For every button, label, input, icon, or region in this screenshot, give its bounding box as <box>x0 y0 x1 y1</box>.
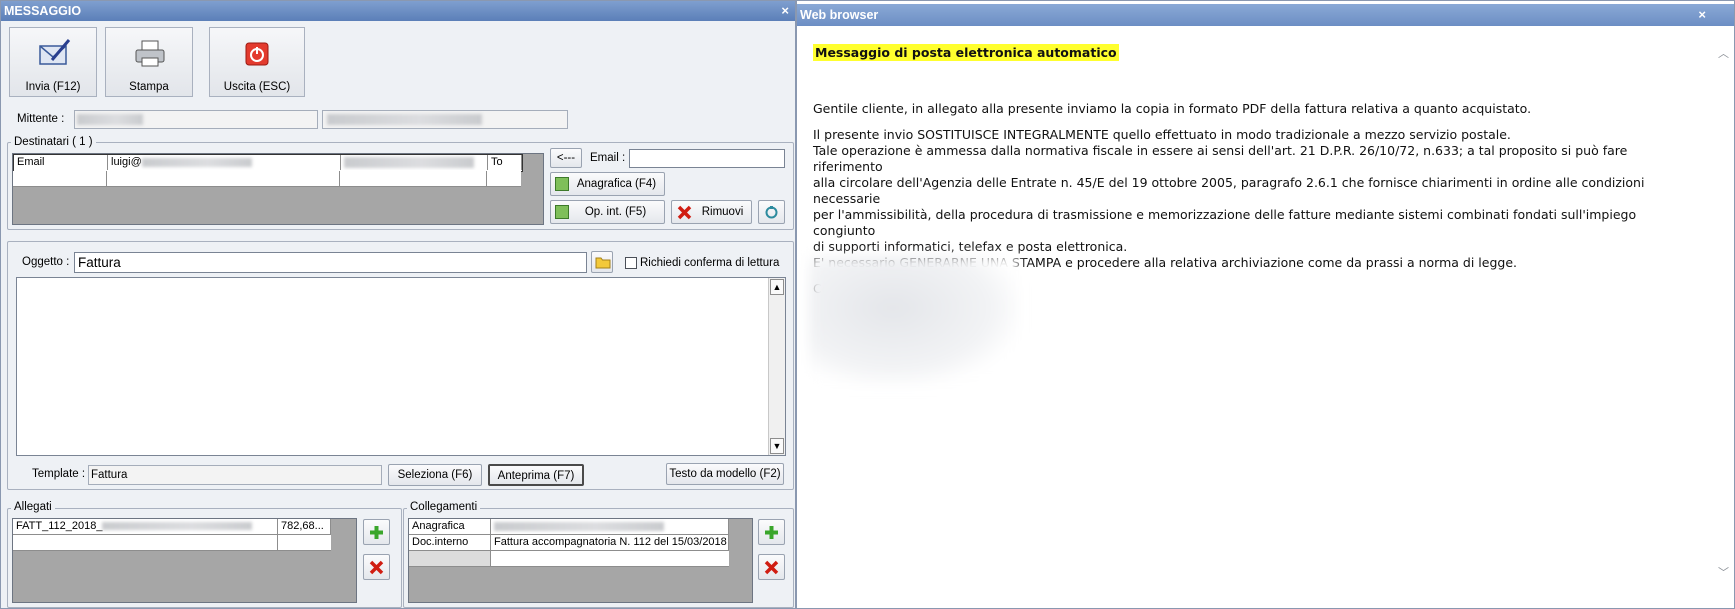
table-row[interactable] <box>409 551 729 567</box>
envelope-pen-icon <box>39 39 71 65</box>
blurred-signature-image <box>809 256 1019 386</box>
delete-x-icon <box>677 205 692 220</box>
link-value: Fattura accompagnatoria N. 112 del 15/03… <box>491 535 729 550</box>
email-input[interactable] <box>629 149 785 168</box>
table-row[interactable]: Email luigi@ To <box>13 154 523 172</box>
redacted-text <box>327 114 482 125</box>
preview-line: Tale operazione è ammessa dalla normativ… <box>813 143 1628 174</box>
body-scrollbar[interactable]: ▲ ▼ <box>768 278 785 455</box>
sender-email-field[interactable] <box>322 110 568 129</box>
recipients-table: Email luigi@ To <box>12 153 544 225</box>
preview-legal-paragraph: Il presente invio SOSTITUISCE INTEGRALME… <box>813 127 1673 271</box>
sender-label: Mittente : <box>17 113 65 125</box>
attachment-name: FATT_112_2018_ <box>13 519 278 534</box>
redacted-text <box>344 156 474 168</box>
redacted-text <box>141 157 252 167</box>
subject-input[interactable] <box>74 252 587 273</box>
plus-icon <box>765 526 778 539</box>
refresh-icon <box>765 206 778 219</box>
print-button[interactable]: Stampa <box>105 27 193 97</box>
recipient-name <box>341 155 488 170</box>
browser-scrollbar[interactable]: ︿ ﹀ <box>1716 31 1732 586</box>
table-row[interactable] <box>13 171 521 187</box>
scroll-down-arrow-icon[interactable]: ▼ <box>770 438 784 454</box>
sender-name-field[interactable] <box>74 110 318 129</box>
redacted-text <box>494 521 664 531</box>
template-label: Template : <box>32 468 86 480</box>
print-label: Stampa <box>129 81 169 93</box>
user-add-icon <box>555 205 569 219</box>
send-button[interactable]: Invia (F12) <box>9 27 97 97</box>
template-field[interactable]: Fattura <box>88 465 382 485</box>
subject-label: Oggetto : <box>22 256 70 268</box>
anagrafica-button[interactable]: Anagrafica (F4) <box>550 172 665 196</box>
preview-line: Il presente invio SOSTITUISCE INTEGRALME… <box>813 127 1511 142</box>
attachment-size: 782,68... <box>278 519 331 534</box>
recipients-group-label: Destinatari ( 1 ) <box>11 136 96 148</box>
close-icon[interactable]: × <box>781 1 789 21</box>
table-row[interactable]: FATT_112_2018_ 782,68... <box>13 519 331 535</box>
scroll-up-arrow-icon[interactable]: ▲ <box>770 279 784 295</box>
send-label: Invia (F12) <box>25 81 81 93</box>
preview-button[interactable]: Anteprima (F7) <box>488 464 584 486</box>
remove-recipient-button[interactable]: Rimuovi <box>671 200 752 224</box>
exit-label: Uscita (ESC) <box>223 81 291 93</box>
browser-titlebar: Web browser × <box>797 4 1734 26</box>
text-from-model-button[interactable]: Testo da modello (F2) <box>666 463 784 485</box>
redacted-text <box>77 114 143 125</box>
message-titlebar: MESSAGGIO × <box>1 1 795 21</box>
web-browser-window: Web browser × Messaggio di posta elettro… <box>796 0 1735 609</box>
power-icon <box>245 42 269 66</box>
add-recipient-arrow-button[interactable]: <--- <box>550 148 582 168</box>
printer-icon <box>135 40 165 67</box>
window-title: MESSAGGIO <box>4 4 82 18</box>
preview-line: alla circolare dell'Agenzia delle Entrat… <box>813 175 1645 206</box>
message-body-textarea[interactable]: ▲ ▼ <box>16 277 786 456</box>
scroll-up-arrow-icon[interactable]: ︿ <box>1718 45 1729 61</box>
link-type: Anagrafica <box>409 519 491 534</box>
internal-operator-button[interactable]: Op. int. (F5) <box>550 200 665 224</box>
delete-x-icon <box>764 560 779 575</box>
refresh-button[interactable] <box>758 200 785 224</box>
exit-button[interactable]: Uscita (ESC) <box>209 27 305 97</box>
link-type: Doc.interno <box>409 535 491 550</box>
attachments-group-label: Allegati <box>11 501 55 513</box>
remove-link-button[interactable] <box>758 554 785 580</box>
table-row[interactable]: Doc.interno Fattura accompagnatoria N. 1… <box>409 535 729 551</box>
plus-icon <box>370 526 383 539</box>
address-book-icon <box>555 177 569 191</box>
delete-x-icon <box>369 560 384 575</box>
attachments-table: FATT_112_2018_ 782,68... <box>12 518 357 603</box>
read-receipt-checkbox[interactable] <box>625 257 637 269</box>
preview-paragraph: Gentile cliente, in allegato alla presen… <box>813 101 1532 116</box>
close-icon[interactable]: × <box>1698 4 1706 26</box>
links-table: Anagrafica Doc.interno Fattura accompagn… <box>408 518 753 603</box>
redacted-text <box>102 522 253 531</box>
preview-line: per l'ammissibilità, della procedura di … <box>813 207 1637 238</box>
recipient-kind: To <box>488 155 522 170</box>
message-window: MESSAGGIO × Invia (F12) Stampa Uscita (E… <box>0 0 796 609</box>
folder-icon <box>595 257 611 269</box>
read-receipt-label: Richiedi conferma di lettura <box>640 257 780 269</box>
add-attachment-button[interactable] <box>363 519 390 545</box>
table-row[interactable]: Anagrafica <box>409 519 729 535</box>
link-value <box>491 519 729 534</box>
window-title: Web browser <box>800 8 879 22</box>
select-template-button[interactable]: Seleziona (F6) <box>388 464 482 486</box>
remove-attachment-button[interactable] <box>363 554 390 580</box>
scroll-down-arrow-icon[interactable]: ﹀ <box>1718 564 1729 580</box>
recipient-type: Email <box>14 155 108 170</box>
preview-heading: Messaggio di posta elettronica automatic… <box>813 44 1119 61</box>
recipient-address: luigi@ <box>108 155 341 170</box>
add-link-button[interactable] <box>758 519 785 545</box>
table-row[interactable] <box>13 535 331 551</box>
folder-button[interactable] <box>591 251 613 273</box>
email-label: Email : <box>590 152 626 164</box>
preview-line: di supporti informatici, telefax e posta… <box>813 239 1128 254</box>
links-group-label: Collegamenti <box>407 501 481 513</box>
